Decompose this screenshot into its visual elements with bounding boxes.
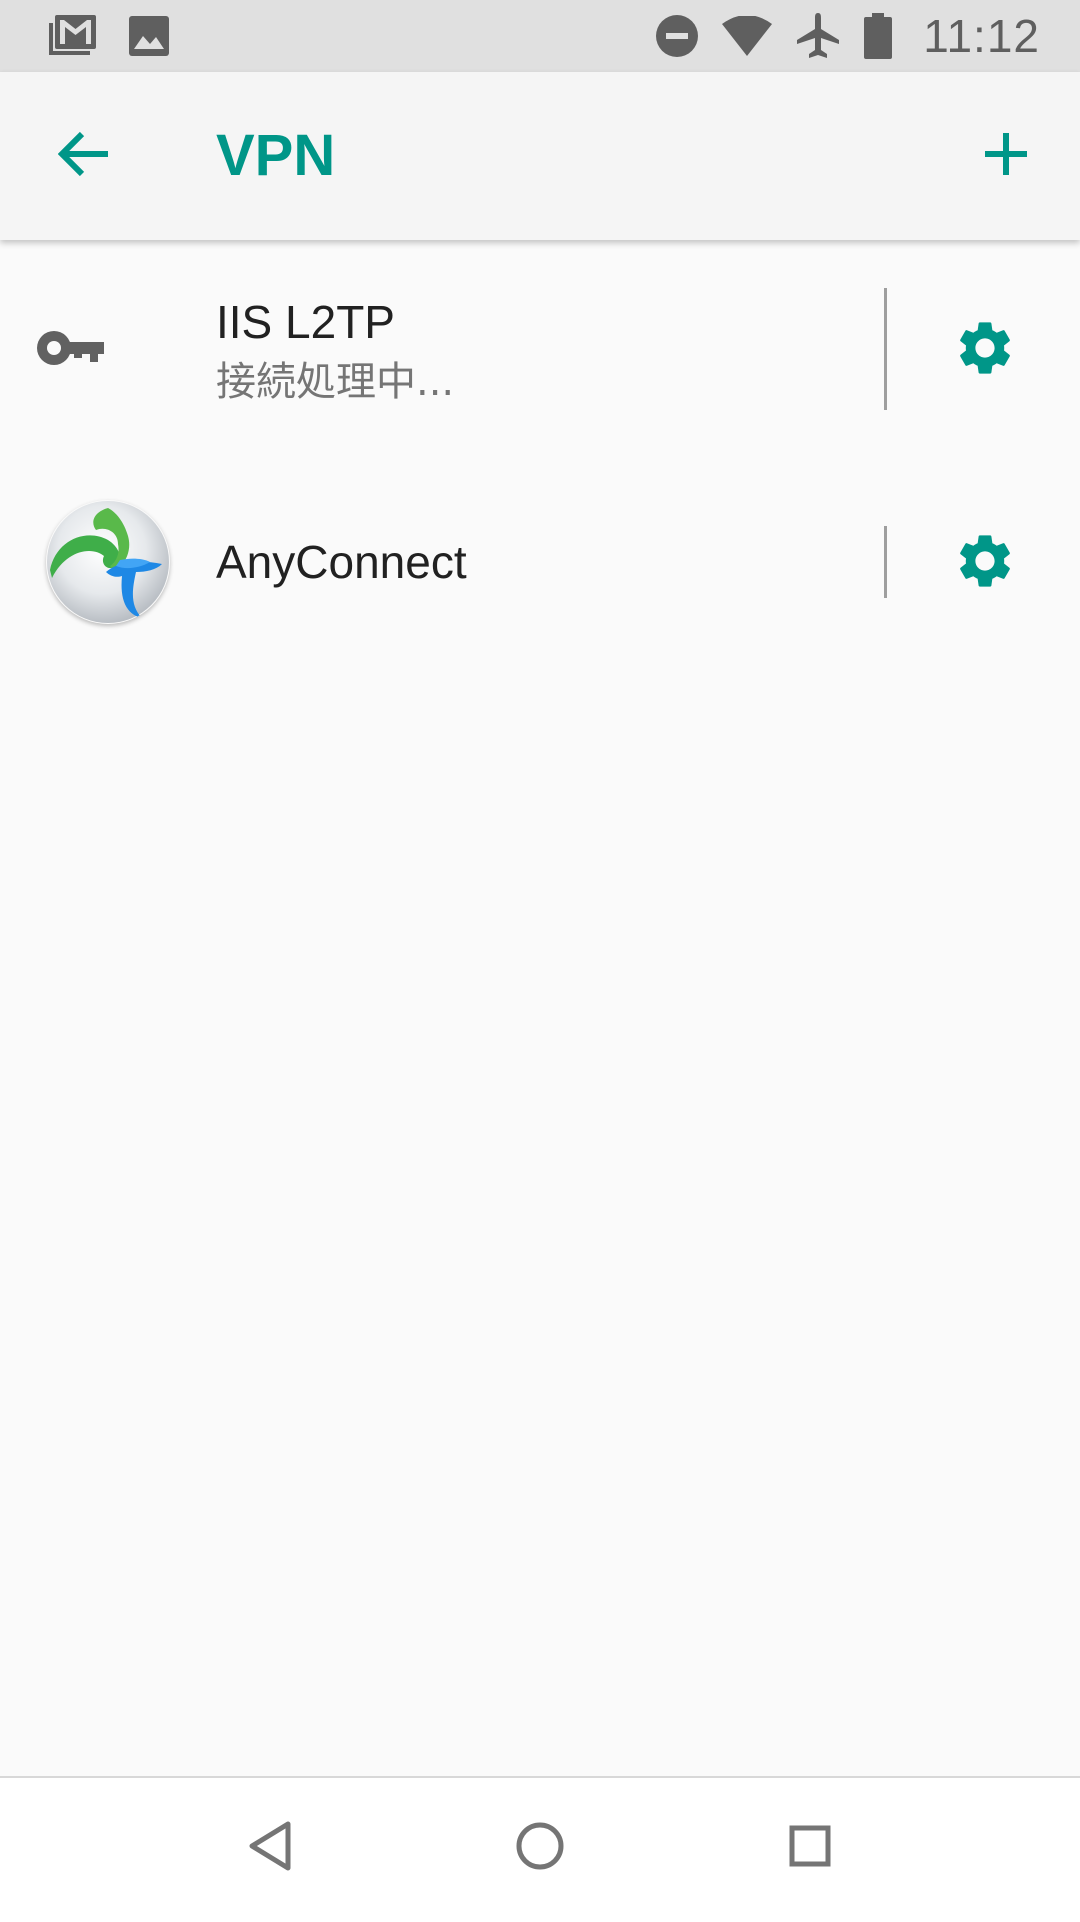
- vpn-list: IIS L2TP 接続処理中... AnyConnect: [0, 240, 1080, 670]
- nav-recents-button[interactable]: [768, 1806, 852, 1890]
- gmail-icon: [46, 13, 98, 59]
- nav-recents-icon: [788, 1824, 832, 1873]
- nav-back-button[interactable]: [228, 1806, 312, 1890]
- battery-icon: [863, 13, 893, 59]
- status-bar: 11:12: [0, 0, 1080, 72]
- image-icon: [128, 15, 170, 57]
- divider: [884, 526, 887, 598]
- navigation-bar: [0, 1776, 1080, 1922]
- gear-icon: [953, 529, 1017, 598]
- add-vpn-button[interactable]: [972, 122, 1040, 190]
- back-button[interactable]: [50, 122, 118, 190]
- do-not-disturb-icon: [655, 14, 699, 58]
- vpn-profile-anyconnect[interactable]: AnyConnect: [0, 460, 885, 670]
- page-title: VPN: [216, 123, 336, 188]
- settings-button-iis-l2tp[interactable]: [950, 315, 1020, 385]
- plus-icon: [983, 131, 1029, 182]
- clock: 11:12: [923, 10, 1040, 62]
- airplane-icon: [795, 12, 841, 60]
- vpn-name: AnyConnect: [216, 536, 467, 588]
- system-icons: 11:12: [655, 0, 1040, 72]
- vpn-name: IIS L2TP: [216, 296, 395, 348]
- anyconnect-app-icon: [46, 500, 170, 624]
- key-icon: [36, 326, 106, 375]
- list-item: IIS L2TP 接続処理中...: [0, 240, 1080, 460]
- notification-icons: [46, 0, 170, 72]
- vpn-profile-iis-l2tp[interactable]: IIS L2TP 接続処理中...: [0, 240, 885, 460]
- arrow-back-icon: [57, 130, 110, 183]
- app-bar: VPN: [0, 72, 1080, 240]
- nav-home-button[interactable]: [498, 1806, 582, 1890]
- list-item: AnyConnect: [0, 460, 1080, 670]
- wifi-icon: [721, 16, 773, 56]
- divider: [884, 288, 887, 410]
- nav-back-icon: [246, 1820, 294, 1877]
- nav-home-icon: [515, 1821, 565, 1876]
- settings-button-anyconnect[interactable]: [950, 528, 1020, 598]
- gear-icon: [953, 316, 1017, 385]
- vpn-status: 接続処理中...: [216, 359, 455, 405]
